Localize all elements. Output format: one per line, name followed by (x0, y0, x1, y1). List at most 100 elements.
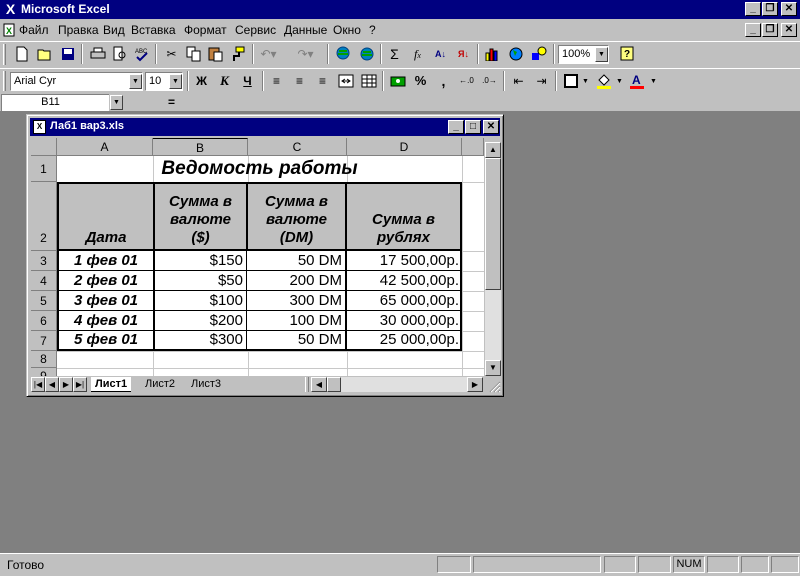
sort-descending-icon[interactable]: Я↓ (452, 43, 475, 65)
doc-close-button[interactable]: ✕ (781, 23, 797, 37)
align-left-icon[interactable]: ≡ (265, 70, 288, 92)
cell-date[interactable]: 1 фев 01 (59, 251, 153, 271)
minimize-button[interactable]: _ (745, 2, 761, 16)
cell-date[interactable]: 2 фев 01 (59, 271, 153, 291)
document-menu-icon[interactable]: X (3, 23, 15, 37)
hscroll-thumb[interactable] (327, 377, 341, 392)
row-header-3[interactable]: 3 (31, 251, 57, 271)
fill-color-icon[interactable] (592, 70, 615, 92)
cell-usd[interactable]: $100 (155, 291, 246, 311)
chart-wizard-icon[interactable] (481, 43, 504, 65)
cell-rub[interactable]: 25 000,00р. (347, 331, 460, 349)
row-header-8[interactable]: 8 (31, 351, 57, 368)
percent-button[interactable]: % (409, 70, 432, 92)
scroll-right-button[interactable]: ▶ (467, 377, 483, 392)
cell-usd[interactable]: $200 (155, 311, 246, 331)
print-preview-icon[interactable] (108, 43, 131, 65)
chevron-down-icon[interactable]: ▼ (616, 78, 623, 85)
horizontal-scrollbar[interactable] (341, 377, 467, 392)
row-header-5[interactable]: 5 (31, 291, 57, 311)
italic-button[interactable]: К (213, 70, 236, 92)
row-header-9[interactable]: 9 (31, 368, 57, 376)
sheet-tab-2[interactable]: Лист2 (141, 377, 179, 392)
column-header-d[interactable]: D (347, 138, 462, 156)
workbook-icon[interactable]: X (33, 120, 46, 134)
drawing-icon[interactable] (527, 43, 550, 65)
close-button[interactable]: ✕ (781, 2, 797, 16)
table-icon[interactable] (357, 70, 380, 92)
header-dm[interactable]: Сумма в валюте (DM) (248, 184, 347, 251)
cell-dm[interactable]: 50 DM (247, 331, 345, 349)
menu-help[interactable]: ? (369, 23, 376, 37)
toolbar-grip[interactable] (3, 44, 6, 65)
cell-date[interactable]: 3 фев 01 (59, 291, 153, 311)
cell-rub[interactable]: 30 000,00р. (347, 311, 460, 331)
autosum-icon[interactable]: Σ (383, 43, 406, 65)
underline-button[interactable]: Ч (236, 70, 259, 92)
menu-insert[interactable]: Вставка (131, 23, 176, 37)
row-header-6[interactable]: 6 (31, 311, 57, 331)
chevron-down-icon[interactable]: ▼ (582, 78, 589, 85)
cut-icon[interactable]: ✂ (160, 43, 183, 65)
vertical-scrollbar[interactable]: ▲ ▼ (485, 138, 501, 376)
sheet-tab-1[interactable]: Лист1 (91, 377, 132, 392)
row-header-7[interactable]: 7 (31, 331, 57, 351)
cell-dm[interactable]: 200 DM (247, 271, 345, 291)
chevron-down-icon[interactable]: ▼ (650, 78, 657, 85)
decrease-decimal-icon[interactable]: .0→ (478, 70, 501, 92)
resize-grip-icon[interactable] (485, 377, 501, 393)
open-icon[interactable] (33, 43, 56, 65)
cell-dm[interactable]: 50 DM (247, 251, 345, 271)
menu-view[interactable]: Вид (103, 23, 125, 37)
select-all-corner[interactable] (31, 138, 57, 156)
print-icon[interactable] (86, 43, 109, 65)
row-header-2[interactable]: 2 (31, 182, 57, 251)
map-icon[interactable] (504, 43, 527, 65)
cell-dm[interactable]: 100 DM (247, 311, 345, 331)
cell-date[interactable]: 4 фев 01 (59, 311, 153, 331)
first-sheet-button[interactable]: |◀ (31, 377, 45, 392)
toolbar-grip[interactable] (3, 71, 6, 91)
restore-button[interactable]: ❐ (762, 2, 778, 16)
last-sheet-button[interactable]: ▶| (73, 377, 87, 392)
menu-file[interactable]: Файл (19, 23, 49, 37)
header-date[interactable]: Дата (59, 184, 155, 251)
workbook-maximize-button[interactable]: □ (465, 120, 481, 134)
workbook-close-button[interactable]: ✕ (483, 120, 499, 134)
cell-rub[interactable]: 42 500,00р. (347, 271, 460, 291)
scroll-up-button[interactable]: ▲ (485, 142, 501, 158)
align-center-icon[interactable]: ≡ (288, 70, 311, 92)
column-header-e[interactable] (462, 138, 484, 156)
cell-rub[interactable]: 65 000,00р. (347, 291, 460, 311)
redo-icon[interactable]: ↷▾ (294, 43, 317, 65)
excel-logo-icon[interactable]: X (3, 2, 18, 17)
sheet-tab-3[interactable]: Лист3 (187, 377, 225, 392)
scroll-left-button[interactable]: ◀ (311, 377, 327, 392)
formula-input[interactable] (183, 94, 800, 111)
menu-data[interactable]: Данные (284, 23, 327, 37)
cell-usd[interactable]: $150 (155, 251, 246, 271)
merge-center-icon[interactable] (334, 70, 357, 92)
spreadsheet-grid[interactable]: A B C D 1 2 3 4 5 6 7 8 9 Ведомость рабо… (31, 138, 484, 376)
office-assistant-icon[interactable]: ? (615, 43, 638, 65)
paste-icon[interactable] (204, 43, 227, 65)
cell-date[interactable]: 5 фев 01 (59, 331, 153, 349)
hyperlink-icon[interactable] (332, 43, 355, 65)
tab-split-box[interactable] (305, 377, 309, 392)
increase-decimal-icon[interactable]: ←.0 (455, 70, 478, 92)
sheet-title-cell[interactable]: Ведомость работы (57, 156, 462, 182)
copy-icon[interactable] (182, 43, 205, 65)
save-icon[interactable] (56, 43, 79, 65)
doc-minimize-button[interactable]: _ (745, 23, 761, 37)
workbook-minimize-button[interactable]: _ (448, 120, 464, 134)
menu-edit[interactable]: Правка (58, 23, 99, 37)
cell-rub[interactable]: 17 500,00р. (347, 251, 460, 271)
bold-button[interactable]: Ж (190, 70, 213, 92)
chevron-down-icon[interactable]: ▼ (169, 74, 182, 89)
increase-indent-icon[interactable]: ⇥ (530, 70, 553, 92)
column-header-c[interactable]: C (248, 138, 347, 156)
chevron-down-icon[interactable]: ▼ (595, 47, 608, 62)
undo-icon[interactable]: ↶▾ (257, 43, 280, 65)
font-name-combo[interactable]: Arial Cyr (10, 72, 143, 91)
prev-sheet-button[interactable]: ◀ (45, 377, 59, 392)
